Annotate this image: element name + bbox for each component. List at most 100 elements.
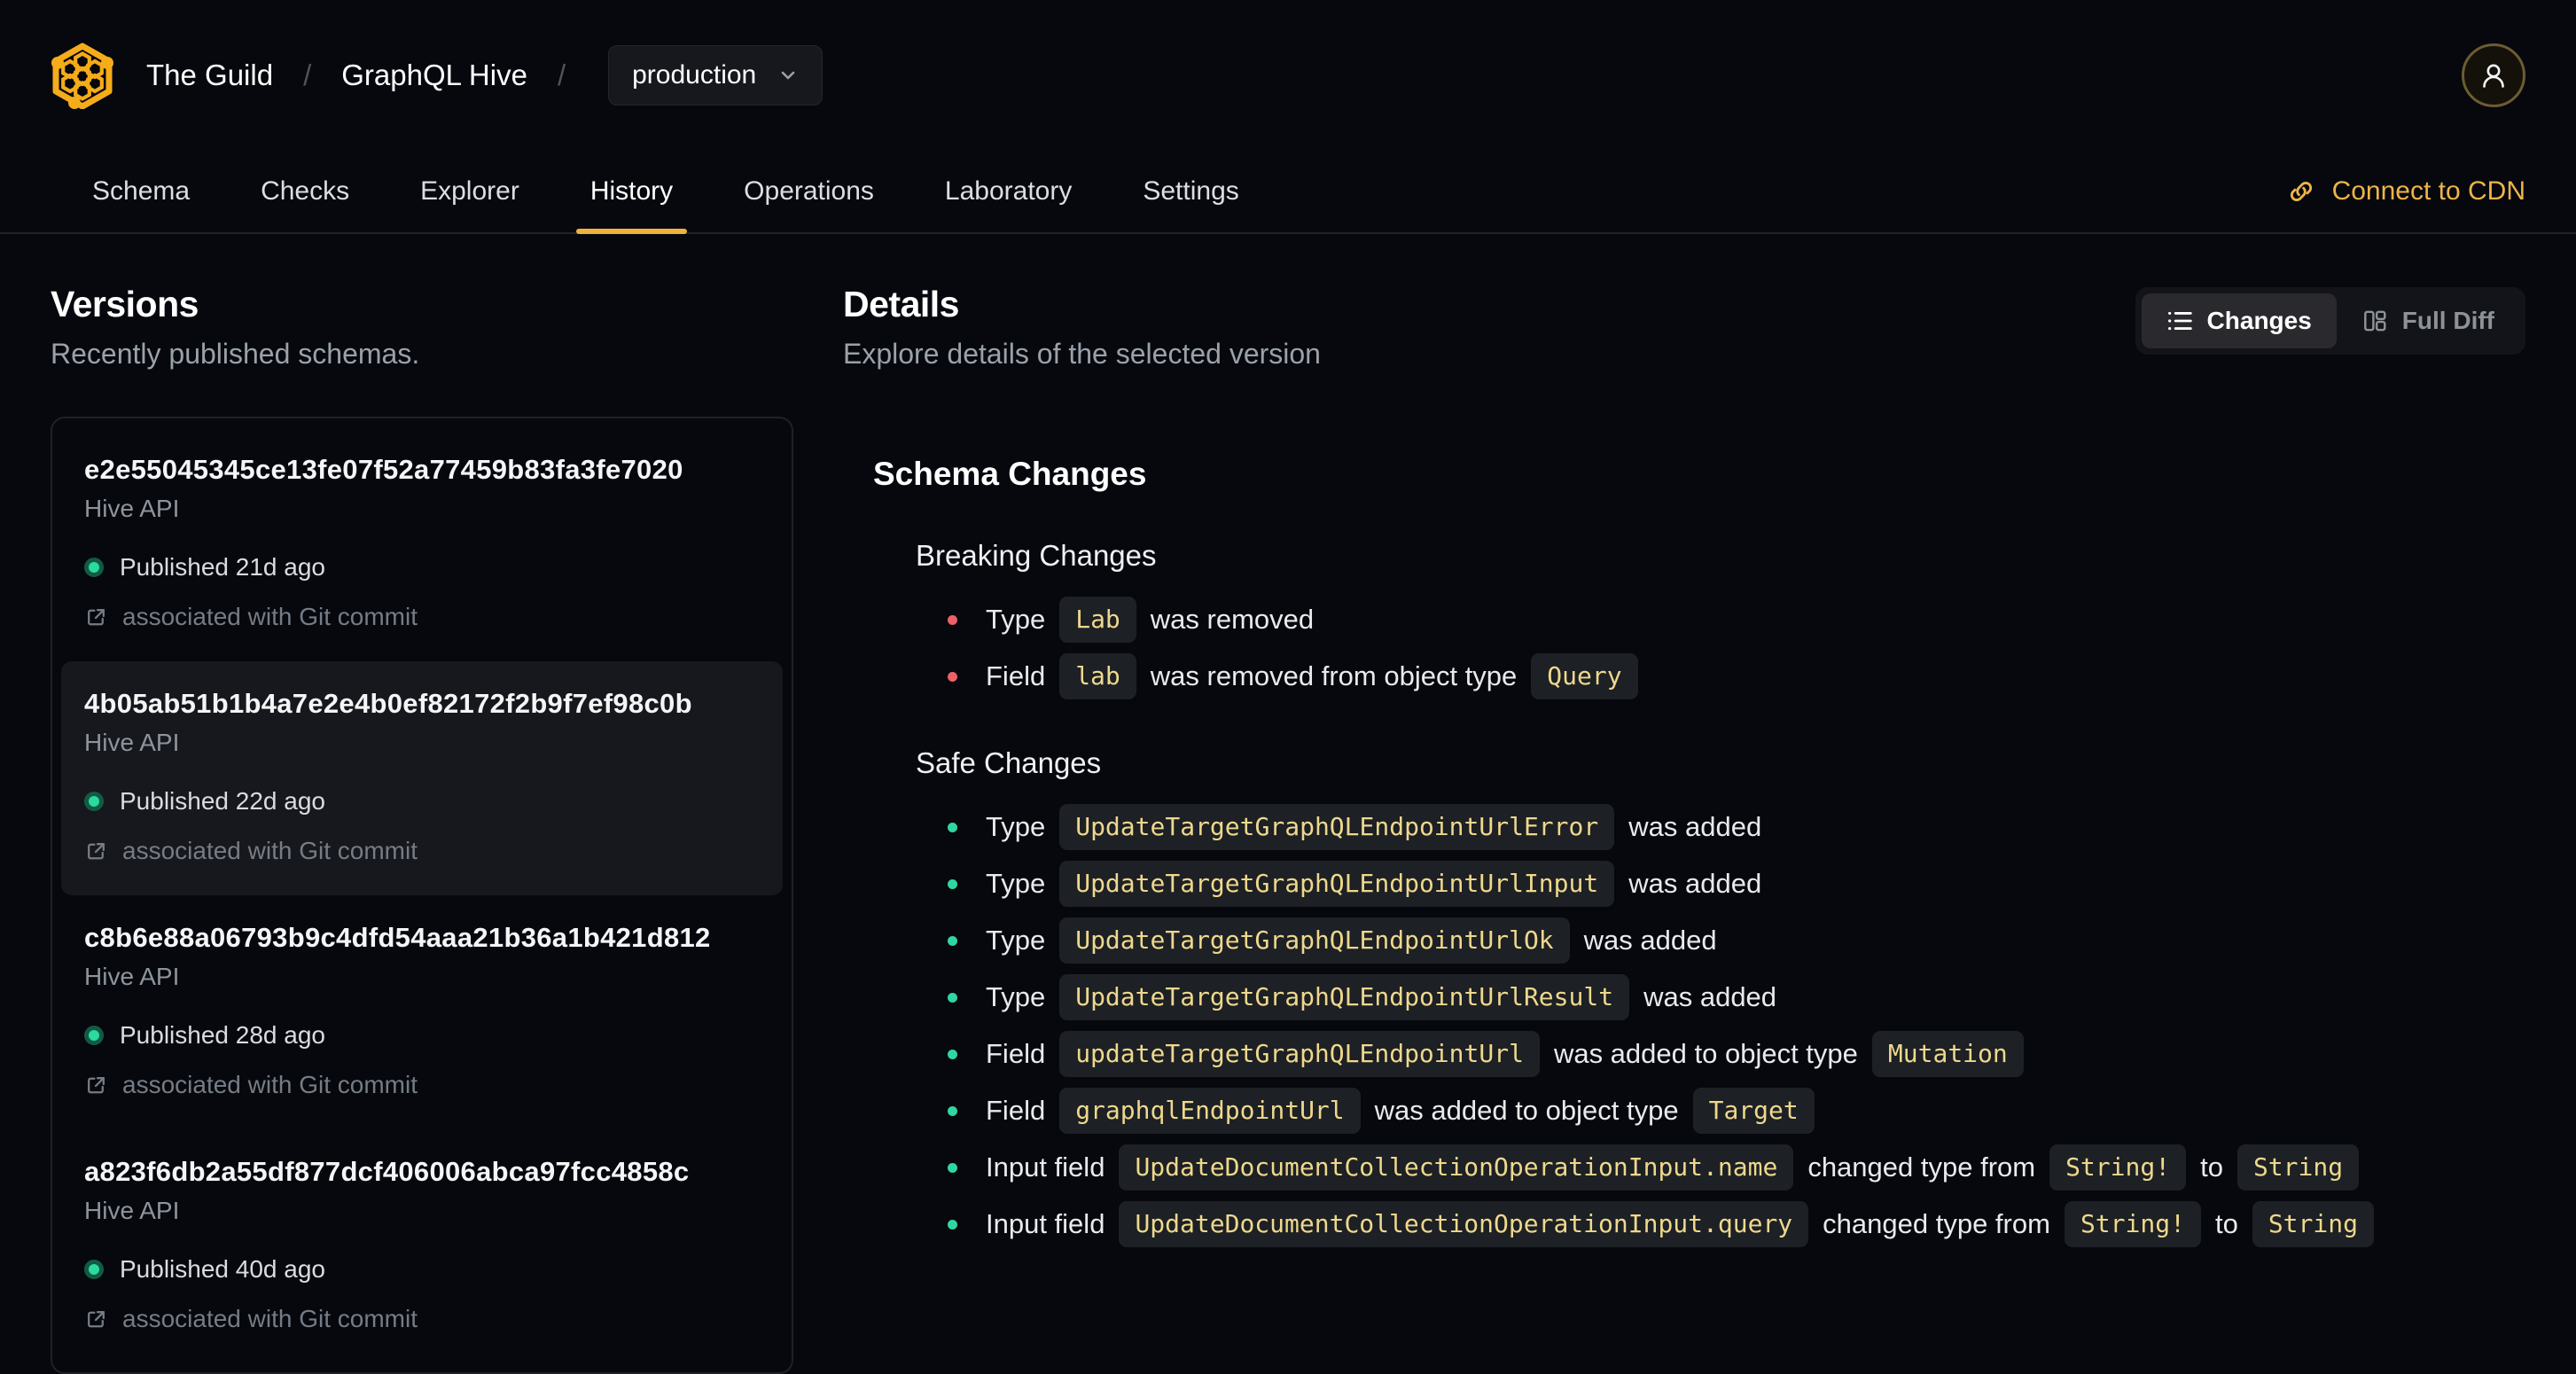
list-icon	[2167, 311, 2192, 331]
version-item[interactable]: c8b6e88a06793b9c4dfd54aaa21b36a1b421d812…	[61, 895, 783, 1129]
full-diff-view-button[interactable]: Full Diff	[2337, 293, 2519, 348]
change-text: to	[2214, 1208, 2238, 1239]
git-commit-link[interactable]: associated with Git commit	[84, 1305, 760, 1333]
code-chip: Query	[1531, 653, 1638, 699]
change-row: Field updateTargetGraphQLEndpointUrl was a…	[948, 1030, 2525, 1078]
version-status: Published 21d ago	[84, 553, 760, 582]
tab-operations[interactable]: Operations	[730, 151, 888, 232]
version-service: Hive API	[84, 1197, 180, 1224]
changes-view-label: Changes	[2206, 307, 2312, 334]
app-header: The Guild / GraphQL Hive / production	[0, 0, 2576, 151]
tab-schema[interactable]: Schema	[78, 151, 204, 232]
bullet-dot-icon	[948, 1049, 957, 1059]
code-chip: Mutation	[1871, 1031, 2024, 1077]
git-commit-label: associated with Git commit	[122, 837, 418, 864]
version-item[interactable]: 4b05ab51b1b4a7e2e4b0ef82172f2b9f7ef98c0b…	[61, 661, 783, 895]
details-title: Details	[843, 284, 959, 324]
chevron-down-icon	[781, 71, 795, 80]
breadcrumb-project[interactable]: GraphQL Hive	[341, 59, 527, 92]
external-link-icon	[88, 608, 105, 625]
breadcrumb-separator: /	[557, 59, 566, 91]
schema-changes-groups: Breaking Changes Type Lab was removed Field l…	[843, 539, 2525, 1248]
code-chip: lab	[1059, 653, 1136, 699]
code-chip: UpdateDocumentCollectionOperationInput.n…	[1119, 1144, 1794, 1191]
change-text: Type	[986, 981, 1046, 1012]
version-hash: c8b6e88a06793b9c4dfd54aaa21b36a1b421d812	[84, 922, 711, 953]
change-row: Type UpdateTargetGraphQLEndpointUrlOk was …	[948, 917, 2525, 964]
version-item[interactable]: a823f6db2a55df877dcf406006abca97fcc4858c…	[61, 1129, 783, 1363]
change-text: changed type from	[1823, 1208, 2050, 1239]
tab-explorer[interactable]: Explorer	[406, 151, 534, 232]
breadcrumb-separator: /	[303, 59, 312, 91]
change-text: Type	[986, 868, 1046, 899]
change-text: to	[2200, 1152, 2223, 1183]
git-commit-label: associated with Git commit	[122, 603, 418, 630]
bullet-dot-icon	[948, 671, 957, 682]
code-chip: String	[2252, 1201, 2374, 1247]
target-selector-value: production	[632, 60, 757, 90]
version-service: Hive API	[84, 729, 180, 756]
bullet-dot-icon	[948, 1162, 957, 1173]
target-selector[interactable]: production	[608, 45, 824, 105]
version-hash: 4b05ab51b1b4a7e2e4b0ef82172f2b9f7ef98c0b	[84, 688, 692, 719]
version-status: Published 40d ago	[84, 1255, 760, 1284]
change-text: was added to object type	[1553, 1038, 1858, 1069]
change-group-title-breaking: Breaking Changes	[916, 539, 1157, 572]
version-item[interactable]: e2e55045345ce13fe07f52a77459b83fa3fe7020…	[61, 427, 783, 661]
change-row: Type UpdateTargetGraphQLEndpointUrlResult…	[948, 973, 2525, 1021]
change-text: was added to object type	[1374, 1095, 1679, 1126]
code-chip: String	[2236, 1144, 2360, 1191]
breadcrumb-org[interactable]: The Guild	[146, 59, 273, 92]
change-text: was removed from object type	[1150, 660, 1518, 691]
code-chip: UpdateTargetGraphQLEndpointUrlInput	[1059, 861, 1615, 907]
versions-panel: Versions Recently published schemas. e2e…	[51, 284, 793, 1374]
status-dot-icon	[84, 792, 104, 811]
bullet-dot-icon	[948, 878, 957, 889]
changes-view-button[interactable]: Changes	[2141, 293, 2337, 348]
code-chip: updateTargetGraphQLEndpointUrl	[1059, 1031, 1540, 1077]
change-text: was removed	[1150, 604, 1315, 635]
change-text: Type	[986, 604, 1046, 635]
change-text: was added	[1628, 868, 1762, 899]
user-menu-button[interactable]	[2462, 43, 2525, 107]
code-chip: String!	[2049, 1144, 2187, 1191]
bullet-dot-icon	[948, 1105, 957, 1116]
schema-changes-title: Schema Changes	[873, 456, 1147, 492]
connect-to-cdn-button[interactable]: Connect to CDN	[2286, 151, 2525, 232]
change-row: Field graphqlEndpointUrl was added to obje…	[948, 1087, 2525, 1135]
git-commit-link[interactable]: associated with Git commit	[84, 603, 760, 631]
versions-title: Versions	[51, 284, 199, 324]
tab-laboratory[interactable]: Laboratory	[931, 151, 1086, 232]
version-service: Hive API	[84, 963, 180, 990]
details-panel: Details Explore details of the selected …	[843, 284, 2525, 1374]
version-hash: e2e55045345ce13fe07f52a77459b83fa3fe7020	[84, 454, 683, 485]
bullet-dot-icon	[948, 1219, 957, 1230]
git-commit-link[interactable]: associated with Git commit	[84, 837, 760, 865]
git-commit-label: associated with Git commit	[122, 1071, 418, 1098]
bullet-dot-icon	[948, 992, 957, 1003]
view-toggle: Changes Full Diff	[2135, 287, 2525, 355]
tab-history[interactable]: History	[575, 151, 688, 234]
code-chip: UpdateTargetGraphQLEndpointUrlError	[1059, 804, 1615, 850]
version-service: Hive API	[84, 495, 180, 522]
version-status: Published 28d ago	[84, 1021, 760, 1050]
versions-subtitle: Recently published schemas.	[51, 338, 420, 370]
git-commit-link[interactable]: associated with Git commit	[84, 1071, 760, 1099]
status-dot-icon	[84, 1260, 104, 1279]
tab-settings[interactable]: Settings	[1128, 151, 1253, 232]
columns-icon	[2363, 310, 2386, 332]
external-link-icon	[88, 842, 105, 859]
change-row: Type UpdateTargetGraphQLEndpointUrlError w…	[948, 803, 2525, 851]
connect-to-cdn-label: Connect to CDN	[2331, 176, 2525, 206]
hive-logo-icon[interactable]	[51, 42, 114, 109]
version-hash: a823f6db2a55df877dcf406006abca97fcc4858c	[84, 1156, 690, 1187]
change-row: Type UpdateTargetGraphQLEndpointUrlInput w…	[948, 860, 2525, 908]
bullet-dot-icon	[948, 822, 957, 832]
change-text: Input field	[986, 1152, 1105, 1183]
code-chip: UpdateDocumentCollectionOperationInput.q…	[1119, 1201, 1809, 1247]
versions-list: e2e55045345ce13fe07f52a77459b83fa3fe7020…	[51, 417, 793, 1374]
change-text: was added	[1643, 981, 1777, 1012]
tab-checks[interactable]: Checks	[246, 151, 363, 232]
tab-bar: Schema Checks Explorer History Operations Lab…	[0, 151, 2576, 234]
external-link-icon	[88, 1310, 105, 1327]
